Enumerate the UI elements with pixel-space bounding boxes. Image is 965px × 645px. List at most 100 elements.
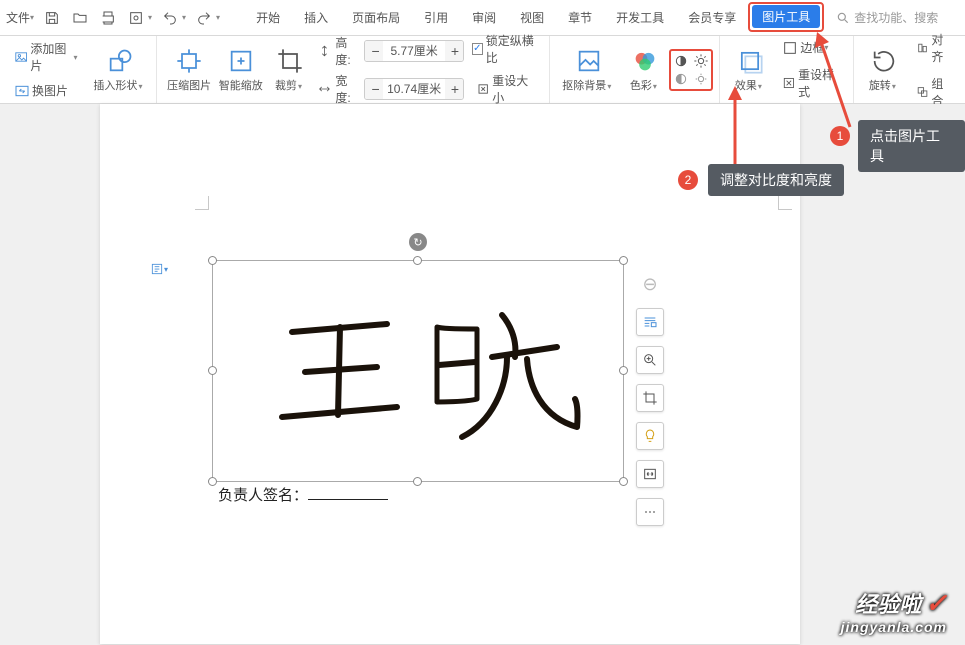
height-stepper[interactable]: − 5.77厘米 + (364, 40, 463, 62)
redo-caret[interactable]: ▾ (216, 13, 220, 22)
tab-start[interactable]: 开始 (244, 0, 292, 36)
reset-style-icon (782, 75, 796, 91)
ribbon: 添加图片▾ 换图片 插入形状 ▾ 压缩图片 智能缩放 裁剪 ▾ (0, 36, 965, 104)
open-icon[interactable] (68, 6, 92, 30)
margin-mark-tl (195, 196, 209, 210)
width-stepper[interactable]: − 10.74厘米 + (364, 78, 463, 100)
redo-icon[interactable] (192, 6, 216, 30)
lock-aspect-label: 锁定纵横比 (486, 32, 540, 66)
idea-button[interactable] (636, 422, 664, 450)
rotate-button[interactable]: 旋转 ▾ (860, 40, 908, 100)
file-menu[interactable]: 文件 (6, 6, 30, 30)
smart-zoom-button[interactable]: 智能缩放 (215, 40, 267, 100)
reset-style-label: 重设样式 (798, 66, 839, 100)
reset-size-label: 重设大小 (492, 72, 535, 106)
lock-aspect-checkbox[interactable]: ✓ 锁定纵横比 (472, 32, 539, 66)
color-button[interactable]: 色彩 ▾ (621, 40, 669, 100)
compress-icon (175, 47, 203, 75)
resize-handle-bm[interactable] (413, 477, 422, 486)
height-row: 高度: − 5.77厘米 + (318, 34, 463, 68)
align-label: 对齐 (931, 31, 951, 65)
width-plus[interactable]: + (445, 78, 463, 100)
group-arrange: 旋转 ▾ 对齐 组合 (854, 36, 965, 103)
height-value[interactable]: 5.77厘米 (383, 42, 444, 59)
swap-picture-button[interactable]: 换图片 (10, 80, 85, 101)
crop-float-button[interactable] (636, 384, 664, 412)
tab-review[interactable]: 审阅 (460, 0, 508, 36)
compress-picture-button[interactable]: 压缩图片 (163, 40, 215, 100)
width-label: 宽度: (335, 72, 360, 106)
contrast-up-icon[interactable] (673, 53, 689, 69)
tab-insert[interactable]: 插入 (292, 0, 340, 36)
resize-handle-tm[interactable] (413, 256, 422, 265)
color-icon (631, 47, 659, 75)
reset-size-button[interactable]: 重设大小 (472, 70, 539, 108)
image-floating-toolbar: ⊖ (636, 270, 664, 526)
reset-size-icon (476, 81, 490, 97)
align-button[interactable]: 对齐 (912, 29, 955, 67)
preview-icon[interactable] (124, 6, 148, 30)
add-picture-button[interactable]: 添加图片▾ (10, 38, 85, 76)
tab-layout[interactable]: 页面布局 (340, 0, 412, 36)
tab-developer[interactable]: 开发工具 (604, 0, 676, 36)
tab-chapter[interactable]: 章节 (556, 0, 604, 36)
tab-references[interactable]: 引用 (412, 0, 460, 36)
tab-view[interactable]: 视图 (508, 0, 556, 36)
file-menu-caret[interactable]: ▾ (30, 13, 34, 22)
crop-icon (276, 47, 304, 75)
contrast-down-icon[interactable] (673, 71, 689, 87)
width-value[interactable]: 10.74厘米 (383, 80, 444, 97)
brightness-down-icon[interactable] (693, 71, 709, 87)
annotation-callout-1: 点击图片工具 (858, 120, 965, 172)
more-button[interactable] (636, 498, 664, 526)
search-input[interactable]: 查找功能、搜索 (836, 9, 938, 26)
resize-handle-bl[interactable] (208, 477, 217, 486)
annotation-badge-2: 2 (678, 170, 698, 190)
search-placeholder: 查找功能、搜索 (854, 9, 938, 26)
resize-handle-mr[interactable] (619, 366, 628, 375)
width-minus[interactable]: − (365, 78, 383, 100)
resize-handle-tr[interactable] (619, 256, 628, 265)
crop-button[interactable]: 裁剪 ▾ (266, 40, 314, 100)
brightness-up-icon[interactable] (693, 53, 709, 69)
add-picture-label: 添加图片 (30, 40, 73, 74)
remove-bg-icon (575, 47, 603, 75)
watermark: 经验啦✓ jingyanla.com (841, 587, 947, 635)
resize-handle-tl[interactable] (208, 256, 217, 265)
swap-icon (14, 83, 30, 99)
align-icon (916, 40, 929, 56)
tab-member[interactable]: 会员专享 (676, 0, 748, 36)
smart-zoom-icon (227, 47, 255, 75)
collapse-button[interactable]: ⊖ (636, 270, 664, 298)
watermark-line1: 经验啦 (855, 587, 921, 619)
insert-shape-button[interactable]: 插入形状 ▾ (89, 40, 150, 100)
signature-label: 负责人签名： (218, 484, 388, 505)
link-button[interactable] (636, 460, 664, 488)
tab-picture-tools-label: 图片工具 (752, 5, 820, 28)
rotate-handle[interactable]: ↻ (409, 233, 427, 251)
tab-picture-tools[interactable]: 图片工具 (748, 2, 824, 32)
rotate-icon (870, 47, 898, 75)
print-icon[interactable] (96, 6, 120, 30)
height-label: 高度: (335, 34, 360, 68)
remove-bg-button[interactable]: 抠除背景 ▾ (556, 40, 621, 100)
effect-icon (736, 47, 764, 75)
resize-handle-br[interactable] (619, 477, 628, 486)
reset-style-button[interactable]: 重设样式 (778, 64, 843, 102)
picture-icon (14, 49, 28, 65)
zoom-in-button[interactable] (636, 346, 664, 374)
preview-caret[interactable]: ▾ (148, 13, 152, 22)
paragraph-layout-icon[interactable]: ▾ (150, 262, 172, 276)
contrast-brightness-group[interactable] (669, 49, 713, 91)
resize-handle-ml[interactable] (208, 366, 217, 375)
effect-button[interactable]: 效果 ▾ (726, 40, 774, 100)
layout-options-button[interactable] (636, 308, 664, 336)
height-minus[interactable]: − (365, 40, 383, 62)
border-button[interactable]: 边框▾ (778, 37, 843, 58)
undo-icon[interactable] (158, 6, 182, 30)
save-icon[interactable] (40, 6, 64, 30)
height-plus[interactable]: + (445, 40, 463, 62)
margin-mark-tr (778, 196, 792, 210)
undo-caret[interactable]: ▾ (182, 13, 186, 22)
width-row: 宽度: − 10.74厘米 + (318, 72, 463, 106)
